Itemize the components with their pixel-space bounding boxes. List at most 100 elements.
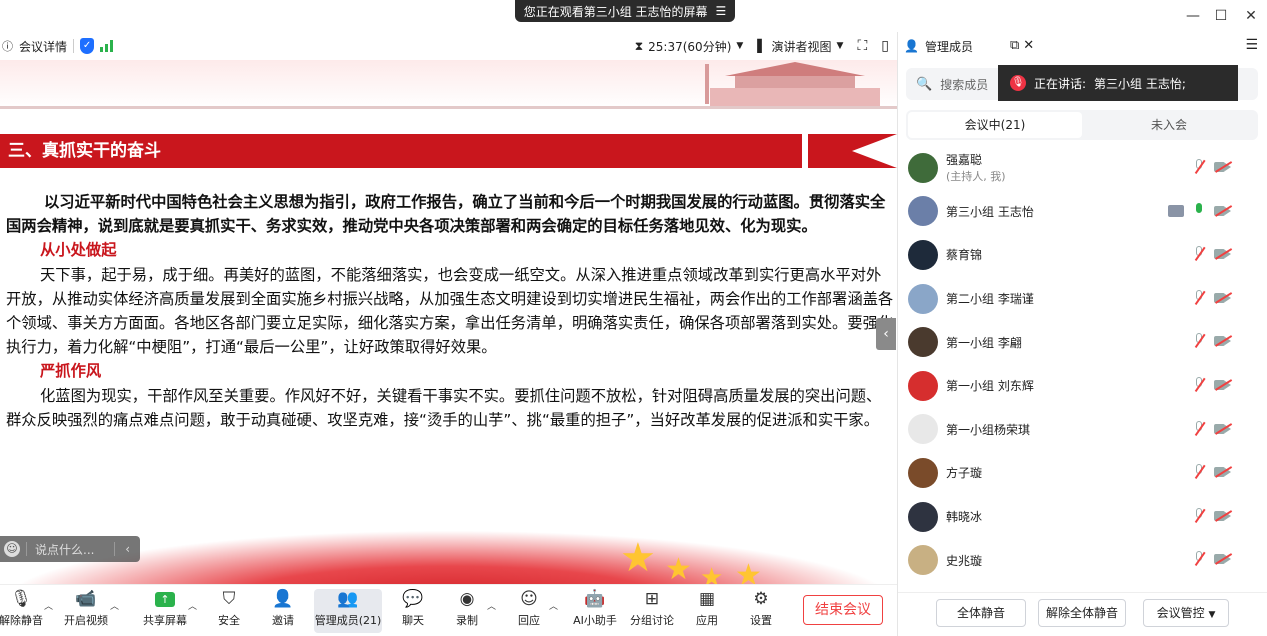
tab-not-joined[interactable]: 未入会: [1082, 112, 1256, 138]
member-row[interactable]: 第一小组杨荣琪: [898, 408, 1267, 452]
chevron-up-icon[interactable]: ︿: [549, 599, 558, 612]
member-info: 第二小组 李瑞谨: [946, 290, 1034, 307]
meeting-details-link[interactable]: 会议详情: [19, 38, 67, 55]
settings-button[interactable]: ⚙ 设置: [744, 589, 778, 633]
view-mode-dropdown[interactable]: ▌ 演讲者视图 ▼: [757, 38, 843, 55]
ai-assistant-button[interactable]: 🤖 AI小助手: [570, 589, 620, 633]
avatar: [908, 414, 938, 445]
collapse-panel-button[interactable]: ‹: [876, 318, 896, 350]
unmute-button[interactable]: 🎙 解除静音: [0, 589, 44, 633]
chat-button[interactable]: 💬 聊天: [396, 589, 430, 633]
security-button[interactable]: ⛉ 安全: [212, 589, 246, 633]
chat-input-bar[interactable]: ☺ 说点什么... ‹: [0, 536, 140, 562]
member-list: 强嘉聪 (主持人, 我) 第三小组 王志怡蔡育锦第二小组 李瑞谨第一小组 李翩第一小…: [898, 146, 1267, 582]
chat-input[interactable]: 说点什么...: [35, 541, 94, 558]
mic-off-icon[interactable]: [1192, 550, 1206, 568]
mute-all-button[interactable]: 全体静音: [936, 599, 1026, 627]
sidebar-toggle-icon[interactable]: ▯: [881, 38, 889, 54]
fullscreen-icon[interactable]: ⛶: [857, 38, 867, 54]
close-icon[interactable]: ✕: [1023, 38, 1034, 53]
member-row[interactable]: 第三小组 王志怡: [898, 190, 1267, 234]
camera-off-icon: 📹: [75, 589, 97, 609]
camera-off-icon[interactable]: [1214, 248, 1232, 260]
signal-icon[interactable]: [100, 40, 114, 52]
member-row[interactable]: 史兆璇: [898, 538, 1267, 582]
share-screen-label: 共享屏幕: [143, 614, 187, 627]
share-screen-icon: ↑: [154, 589, 176, 609]
apps-button[interactable]: ▦ 应用: [690, 589, 724, 633]
member-row[interactable]: 方子璇: [898, 451, 1267, 495]
share-screen-button[interactable]: ↑ 共享屏幕: [140, 589, 190, 633]
member-name: 史兆璇: [946, 553, 983, 568]
camera-off-icon[interactable]: [1214, 161, 1232, 173]
member-row[interactable]: 第一小组 李翩: [898, 320, 1267, 364]
camera-off-icon[interactable]: [1214, 422, 1232, 435]
shield-icon[interactable]: ✓: [80, 38, 95, 54]
member-info: 方子璇: [946, 464, 982, 481]
camera-off-icon[interactable]: [1214, 335, 1232, 347]
panel-title: 管理成员: [924, 39, 973, 54]
chevron-up-icon[interactable]: ︿: [110, 599, 119, 612]
shared-screen: 三、真抓实干的奋斗 以习近平新时代中国特色社会主义思想为指引，政府工作报告，确立…: [0, 60, 897, 584]
slide-heading: 严抓作风: [40, 362, 102, 381]
member-row[interactable]: 第一小组 刘东辉: [898, 364, 1267, 408]
camera-off-icon[interactable]: [1214, 379, 1232, 391]
share-banner[interactable]: 您正在观看第三小组 王志怡的屏幕 ☰: [515, 0, 735, 22]
maximize-button[interactable]: ☐: [1210, 6, 1232, 26]
menu-icon[interactable]: ☰: [716, 4, 727, 18]
meeting-toolbar: 🎙 解除静音 ︿ 📹 开启视频 ︿ ↑ 共享屏幕 ︿ ⛉ 安全 👤 邀请 👥 管…: [0, 584, 897, 636]
mic-off-icon[interactable]: [1192, 420, 1206, 438]
chevron-up-icon[interactable]: ︿: [44, 599, 53, 612]
member-name: 第二小组 李瑞谨: [946, 292, 1034, 307]
manage-members-button[interactable]: 👥 管理成员(21): [314, 589, 382, 633]
mic-off-icon[interactable]: [1192, 289, 1206, 307]
end-meeting-button[interactable]: 结束会议: [803, 595, 883, 625]
reaction-button[interactable]: ☺ 回应: [512, 589, 546, 633]
member-row[interactable]: 蔡育锦: [898, 233, 1267, 277]
chevron-up-icon[interactable]: ︿: [487, 599, 496, 612]
meeting-infobar: ⓘ 会议详情 ✓ ⧗ 25:37(60分钟) ▼ ▌ 演讲者视图 ▼ ⛶ ▯: [0, 32, 897, 60]
camera-off-icon[interactable]: [1214, 466, 1232, 478]
info-icon: ⓘ: [2, 40, 13, 53]
mic-off-icon[interactable]: [1192, 463, 1206, 481]
camera-off-icon[interactable]: [1214, 553, 1232, 565]
members-icon: 👥: [337, 589, 359, 609]
hourglass-icon: ⧗: [634, 38, 644, 53]
breakout-button[interactable]: ⊞ 分组讨论: [628, 589, 676, 633]
member-info: 蔡育锦: [946, 246, 982, 263]
close-window-button[interactable]: ✕: [1240, 6, 1262, 26]
member-row[interactable]: 韩晓冰: [898, 495, 1267, 539]
smile-icon[interactable]: ☺: [4, 541, 20, 557]
tab-in-meeting[interactable]: 会议中(21): [908, 112, 1082, 138]
gear-icon: ⚙: [753, 589, 769, 609]
timer[interactable]: ⧗ 25:37(60分钟) ▼: [635, 38, 744, 55]
ai-assistant-icon: 🤖: [584, 589, 606, 609]
members-panel: 👤 管理成员 ⧉ ✕ ☰ 🔍 搜索成员 🎙 正在讲话: 第三小组 王志怡; 会议…: [897, 32, 1267, 636]
star-decoration: ★: [700, 563, 724, 584]
mic-off-icon[interactable]: [1192, 376, 1206, 394]
camera-off-icon[interactable]: [1214, 204, 1232, 217]
mic-off-icon[interactable]: [1192, 507, 1206, 525]
start-video-button[interactable]: 📹 开启视频: [60, 589, 112, 633]
mic-on-icon[interactable]: [1192, 202, 1206, 220]
camera-off-icon[interactable]: [1214, 291, 1232, 304]
member-name: 第一小组杨荣琪: [946, 422, 1031, 437]
meeting-control-dropdown[interactable]: 会议管控 ▼: [1143, 599, 1229, 627]
invite-button[interactable]: 👤 邀请: [266, 589, 300, 633]
chevron-up-icon[interactable]: ︿: [188, 599, 197, 612]
unmute-all-button[interactable]: 解除全体静音: [1038, 599, 1126, 627]
member-row[interactable]: 第二小组 李瑞谨: [898, 277, 1267, 321]
camera-off-icon[interactable]: [1214, 509, 1232, 522]
member-name: 第一小组 刘东辉: [946, 379, 1034, 394]
mic-off-icon[interactable]: [1192, 245, 1206, 263]
start-video-label: 开启视频: [64, 614, 108, 627]
popout-icon[interactable]: ⧉: [1010, 38, 1019, 53]
mic-off-icon[interactable]: [1192, 158, 1206, 176]
menu-icon[interactable]: ☰: [1245, 37, 1258, 53]
record-label: 录制: [456, 614, 478, 627]
record-button[interactable]: ◉ 录制: [450, 589, 484, 633]
mic-off-icon[interactable]: [1192, 332, 1206, 350]
member-row[interactable]: 强嘉聪 (主持人, 我): [898, 146, 1267, 190]
chevron-left-icon[interactable]: ‹: [114, 542, 140, 556]
minimize-button[interactable]: —: [1182, 6, 1204, 26]
